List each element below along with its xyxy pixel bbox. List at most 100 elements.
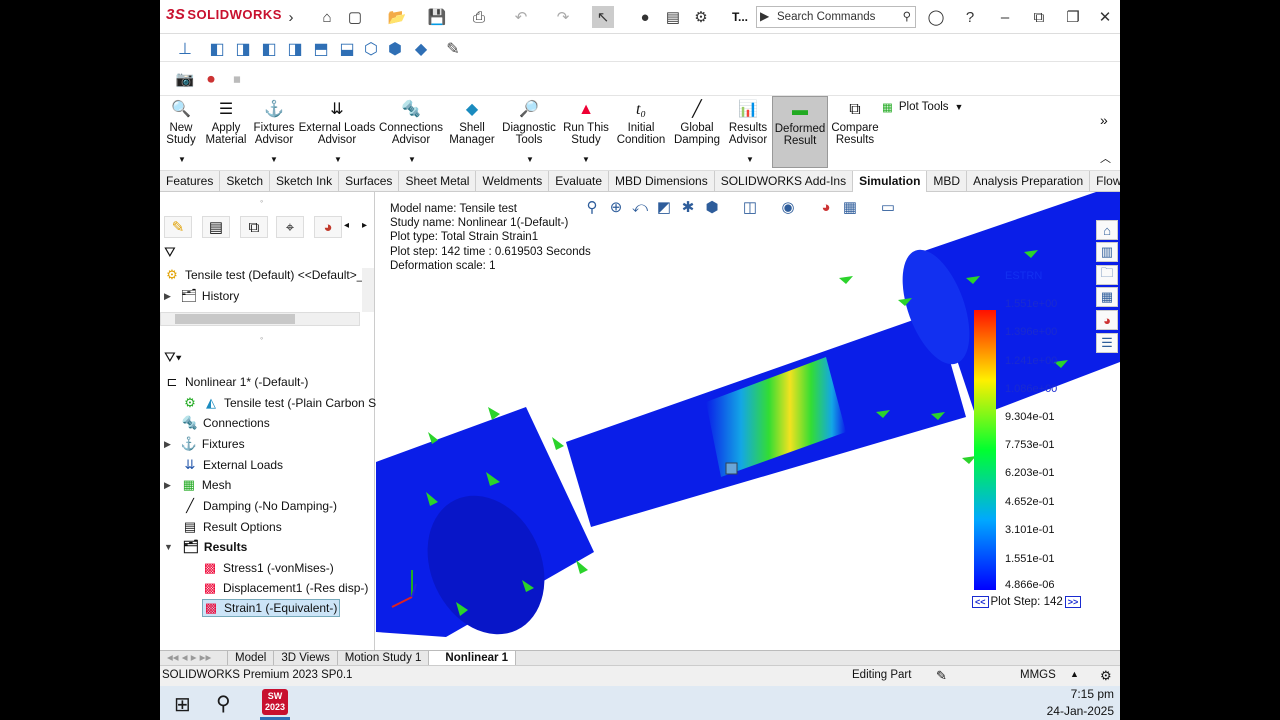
search-commands-input[interactable]: ▶ Search Commands ⚲ xyxy=(756,6,916,28)
tree-results[interactable]: ▼ 🗂 Results xyxy=(164,539,247,555)
splitter-handle[interactable]: ◦ xyxy=(260,196,263,206)
tree-history[interactable]: ▶ 🗂 History xyxy=(164,288,239,304)
tree-part-material[interactable]: ⚙ ◭ Tensile test (-Plain Carbon Ste xyxy=(182,395,386,411)
property-manager-tab-icon[interactable]: ▤ xyxy=(202,216,230,238)
initial-condition-button[interactable]: t₀ Initial Condition xyxy=(614,100,668,147)
isometric-view-icon[interactable]: ⬡ xyxy=(362,40,380,58)
zoom-to-area-icon[interactable]: ⊕ xyxy=(605,197,627,217)
tab-weldments[interactable]: Weldments xyxy=(476,171,550,192)
tree-fixtures[interactable]: ▶ ⚓ Fixtures xyxy=(164,436,245,452)
apply-material-button[interactable]: ☰ Apply Material xyxy=(204,100,248,147)
section-view-icon[interactable]: ◩ xyxy=(653,197,675,217)
customize-status-icon[interactable]: ⚙ xyxy=(1100,668,1112,684)
tab-sheet-metal[interactable]: Sheet Metal xyxy=(399,171,477,192)
home-icon[interactable]: ⌂ xyxy=(316,6,338,28)
horizontal-scrollbar[interactable] xyxy=(160,312,360,326)
redo-icon[interactable]: ↷ xyxy=(552,6,574,28)
plot-tools-dropdown[interactable]: ▦ Plot Tools ▼ xyxy=(882,100,963,114)
back-view-icon[interactable]: ◨ xyxy=(234,40,252,58)
tree-study-nonlinear[interactable]: ⊏ Nonlinear 1* (-Default-) xyxy=(164,374,309,390)
close-icon[interactable]: ✕ xyxy=(1094,6,1116,28)
task-pane-resources-icon[interactable]: ▥ xyxy=(1096,242,1118,262)
normal-to-icon[interactable]: ⊥ xyxy=(176,40,194,58)
fixtures-dropdown-icon[interactable]: ▼ xyxy=(270,155,278,164)
connections-advisor-button[interactable]: 🔩 Connections Advisor xyxy=(378,100,444,147)
hide-show-items-icon[interactable]: ◉ xyxy=(777,197,799,217)
maximize-icon[interactable]: ❐ xyxy=(1062,6,1084,28)
tab-analysis-preparation[interactable]: Analysis Preparation xyxy=(967,171,1091,192)
task-pane-appearances-icon[interactable]: ◕ xyxy=(1096,310,1118,330)
global-damping-button[interactable]: ╱ Global Damping xyxy=(672,100,722,147)
left-view-icon[interactable]: ◧ xyxy=(260,40,278,58)
run-study-dropdown-icon[interactable]: ▼ xyxy=(582,155,590,164)
tree-result-options[interactable]: ▤ Result Options xyxy=(182,519,282,535)
tab-mbd-dimensions[interactable]: MBD Dimensions xyxy=(609,171,715,192)
top-view-icon[interactable]: ⬒ xyxy=(312,40,330,58)
tree-connections[interactable]: 🔩 Connections xyxy=(182,415,270,431)
zoom-to-fit-icon[interactable]: ⚲ xyxy=(581,197,603,217)
sketch-pencil-icon[interactable]: ✎ xyxy=(444,40,462,58)
taskbar-search-icon[interactable]: ⚲ xyxy=(216,691,231,716)
tree-stress1[interactable]: ▩ Stress1 (-vonMises-) xyxy=(202,560,334,576)
toolbar-t-label[interactable]: T... xyxy=(732,10,748,24)
open-icon[interactable]: 📂 xyxy=(386,6,408,28)
tab-features[interactable]: Features xyxy=(160,171,221,192)
task-pane-custom-properties-icon[interactable]: ☰ xyxy=(1096,333,1118,353)
tree-damping[interactable]: ╱ Damping (-No Damping-) xyxy=(182,498,337,514)
splitter-handle-2[interactable]: ◦ xyxy=(260,333,263,343)
file-properties-icon[interactable]: ▤ xyxy=(662,6,684,28)
tab-scroll-arrows-icon[interactable]: ◂◂ ◂ ▸ ▸▸ xyxy=(160,651,228,665)
shell-manager-button[interactable]: ◆ Shell Manager xyxy=(448,100,496,147)
tab-flow-simulation[interactable]: Flow Simul... xyxy=(1090,171,1120,192)
tab-mbd[interactable]: MBD xyxy=(927,171,968,192)
right-view-icon[interactable]: ◨ xyxy=(286,40,304,58)
restore-panel-icon[interactable]: ⧉ xyxy=(1028,6,1050,28)
rebuild-icon[interactable]: ✎ xyxy=(936,668,947,684)
scrollbar-thumb[interactable] xyxy=(175,314,295,324)
dynamic-annotation-icon[interactable]: ✱ xyxy=(677,197,699,217)
vertical-scrollbar[interactable] xyxy=(362,268,374,312)
bottom-view-icon[interactable]: ⬓ xyxy=(338,40,356,58)
undo-icon[interactable]: ↶ xyxy=(510,6,532,28)
windows-start-icon[interactable]: ⊞ xyxy=(174,692,191,717)
tab-simulation[interactable]: Simulation xyxy=(853,171,928,192)
configuration-manager-tab-icon[interactable]: ⧉ xyxy=(240,216,268,238)
feature-manager-tab-icon[interactable]: ✎ xyxy=(164,216,192,238)
tab-evaluate[interactable]: Evaluate xyxy=(549,171,609,192)
user-account-icon[interactable]: ◯ xyxy=(925,6,947,28)
apply-scene-icon[interactable]: ▦ xyxy=(839,197,861,217)
help-icon[interactable]: ? xyxy=(959,6,981,28)
tree-displacement1[interactable]: ▩ Displacement1 (-Res disp-) xyxy=(202,580,369,596)
stop-record-icon[interactable]: ⏹ xyxy=(226,68,248,90)
dimxpert-tab-icon[interactable]: ⌖ xyxy=(276,216,304,238)
options-gear-icon[interactable]: ⚙ xyxy=(690,6,712,28)
dimetric-view-icon[interactable]: ◆ xyxy=(412,40,430,58)
trimetric-view-icon[interactable]: ⬢ xyxy=(386,40,404,58)
traffic-light-icon[interactable]: ● xyxy=(634,6,656,28)
connections-dropdown-icon[interactable]: ▼ xyxy=(408,155,416,164)
diagnostic-dropdown-icon[interactable]: ▼ xyxy=(526,155,534,164)
results-advisor-dropdown-icon[interactable]: ▼ xyxy=(746,155,754,164)
display-style-icon[interactable]: ◫ xyxy=(739,197,761,217)
external-loads-advisor-button[interactable]: ⇊ External Loads Advisor xyxy=(299,100,376,147)
panel-scroll-right-icon[interactable]: ▸ xyxy=(362,220,367,231)
tab-solidworks-addins[interactable]: SOLIDWORKS Add-Ins xyxy=(715,171,854,192)
compare-results-button[interactable]: ⧉ Compare Results xyxy=(831,100,878,147)
tab-sketch[interactable]: Sketch xyxy=(220,171,271,192)
panel-scroll-left-icon[interactable]: ◂ xyxy=(344,220,349,231)
tree-external-loads[interactable]: ⇊ External Loads xyxy=(182,457,284,473)
units-selector[interactable]: MMGS xyxy=(1020,669,1056,681)
results-advisor-button[interactable]: 📊 Results Advisor xyxy=(726,100,770,147)
display-manager-tab-icon[interactable]: ◕ xyxy=(314,216,342,238)
diagnostic-tools-button[interactable]: 🔎 Diagnostic Tools xyxy=(500,100,558,147)
select-cursor-icon[interactable]: ↖ xyxy=(592,6,614,28)
print-icon[interactable]: ⎙ xyxy=(468,6,490,28)
previous-view-icon[interactable]: ⤺ xyxy=(629,197,651,217)
run-this-study-button[interactable]: ▲ Run This Study xyxy=(562,100,610,147)
new-document-icon[interactable]: ▢ xyxy=(344,6,366,28)
units-chevron-icon[interactable]: ▲ xyxy=(1070,669,1079,679)
expand-menu-icon[interactable]: › xyxy=(280,6,302,28)
next-step-button[interactable]: >> xyxy=(1064,596,1082,608)
collapse-ribbon-icon[interactable]: ︿ xyxy=(1100,150,1111,166)
fixtures-advisor-button[interactable]: ⚓ Fixtures Advisor xyxy=(252,100,296,147)
